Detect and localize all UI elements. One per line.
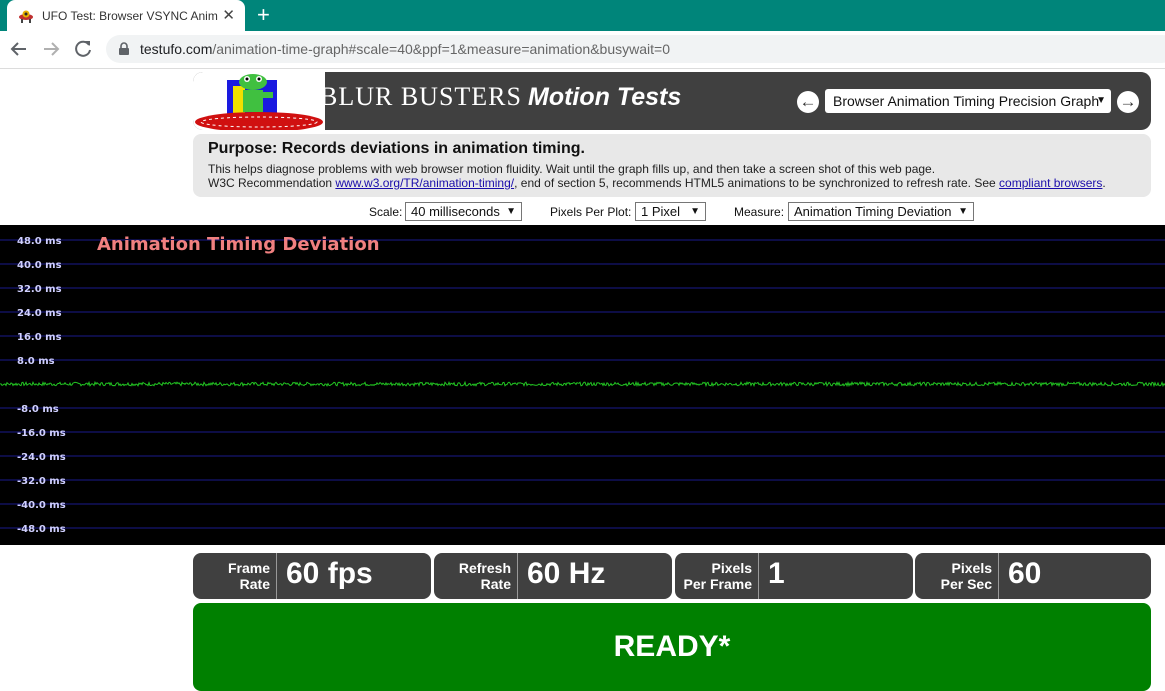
url-host: testufo.com <box>140 41 213 57</box>
browser-toolbar: testufo.com/animation-time-graph#scale=4… <box>0 31 1165 69</box>
w3c-text-middle: , end of section 5, recommends HTML5 ani… <box>514 176 1000 190</box>
y-tick-label: -8.0 ms <box>17 404 59 415</box>
tab-title: UFO Test: Browser VSYNC Animation Timing <box>42 8 218 23</box>
pixels-per-frame-label: Pixels Per Frame <box>675 553 759 599</box>
stat-label-line: Pixels <box>711 560 752 576</box>
frame-rate-stat: Frame Rate 60 fps <box>193 553 431 599</box>
ready-status-banner: READY* <box>193 603 1151 691</box>
tab-bar: UFO Test: Browser VSYNC Animation Timing… <box>0 0 1165 31</box>
chevron-down-icon: ▼ <box>690 206 700 217</box>
y-tick-label: -16.0 ms <box>17 428 66 439</box>
pixels-per-sec-stat: Pixels Per Sec 60 <box>915 553 1151 599</box>
measure-select[interactable]: Animation Timing Deviation ▼ <box>788 202 974 221</box>
lock-icon <box>119 42 129 55</box>
measure-label: Measure: <box>734 205 785 219</box>
pixels-per-sec-label: Pixels Per Sec <box>915 553 999 599</box>
y-tick-label: 24.0 ms <box>17 308 62 319</box>
url-path: /animation-time-graph#scale=40&ppf=1&mea… <box>212 41 670 57</box>
chart-title: Animation Timing Deviation <box>97 234 380 255</box>
url-text: testufo.com/animation-time-graph#scale=4… <box>140 41 670 57</box>
stat-label-line: Pixels <box>951 560 992 576</box>
y-tick-label: 32.0 ms <box>17 284 62 295</box>
test-select-dropdown[interactable]: Browser Animation Timing Precision Graph… <box>825 89 1111 113</box>
brand-title: BLUR BUSTERS Motion Tests <box>320 82 681 112</box>
stat-label-line: Rate <box>480 576 511 592</box>
scale-value: 40 milliseconds <box>411 204 500 219</box>
y-tick-label: 8.0 ms <box>17 356 55 367</box>
stat-label-line: Per Sec <box>940 576 992 592</box>
chevron-down-icon: ▼ <box>1096 95 1106 106</box>
back-arrow-icon[interactable] <box>6 36 32 62</box>
site-header: BLUR BUSTERS Motion Tests ← Browser Anima… <box>193 72 1151 130</box>
pixels-per-plot-value: 1 Pixel <box>641 204 681 219</box>
refresh-rate-stat: Refresh Rate 60 Hz <box>434 553 672 599</box>
ufo-favicon-icon <box>19 10 33 23</box>
stat-label-line: Per Frame <box>683 576 752 592</box>
compliant-browsers-link[interactable]: compliant browsers <box>999 176 1102 190</box>
settings-row: Scale: 40 milliseconds ▼ Pixels Per Plot:… <box>0 202 1165 222</box>
pixels-per-plot-label: Pixels Per Plot: <box>550 205 632 219</box>
blur-busters-mascot-logo <box>193 72 325 130</box>
previous-test-button[interactable]: ← <box>797 91 819 113</box>
stat-label-line: Frame <box>227 560 270 576</box>
timing-graph-svg: 48.0 ms 40.0 ms 32.0 ms 24.0 ms 16.0 ms 8.0 m… <box>0 234 1165 535</box>
pixels-per-plot-select[interactable]: 1 Pixel ▼ <box>635 202 706 221</box>
frame-rate-value: 60 fps <box>286 557 373 590</box>
brand-name: BLUR BUSTERS <box>320 82 522 111</box>
purpose-heading: Purpose: Records deviations in animation… <box>208 140 585 157</box>
frame-rate-label: Frame Rate <box>193 553 277 599</box>
y-tick-label: -24.0 ms <box>17 452 66 463</box>
chevron-down-icon: ▼ <box>506 206 516 217</box>
w3c-text-after: . <box>1102 176 1106 190</box>
y-tick-label: -32.0 ms <box>17 476 66 487</box>
y-tick-label: 48.0 ms <box>17 236 62 247</box>
y-tick-label: 16.0 ms <box>17 332 62 343</box>
address-bar[interactable]: testufo.com/animation-time-graph#scale=4… <box>106 35 1165 63</box>
scale-label: Scale: <box>369 205 403 219</box>
stat-label-line: Refresh <box>458 560 511 576</box>
next-test-button[interactable]: → <box>1117 91 1139 113</box>
pixels-per-frame-value: 1 <box>768 557 785 590</box>
w3c-text-before: W3C Recommendation <box>208 176 336 190</box>
pixels-per-frame-stat: Pixels Per Frame 1 <box>675 553 913 599</box>
pixels-per-sec-value: 60 <box>1008 557 1042 590</box>
stat-label-line: Rate <box>239 576 270 592</box>
purpose-w3c-note: W3C Recommendation www.w3.org/TR/animati… <box>208 176 1106 190</box>
chevron-down-icon: ▼ <box>958 206 968 217</box>
test-select-value: Browser Animation Timing Precision Graph <box>833 93 1100 109</box>
scale-select[interactable]: 40 milliseconds ▼ <box>405 202 522 221</box>
y-tick-label: -48.0 ms <box>17 524 66 535</box>
refresh-rate-value: 60 Hz <box>527 557 606 590</box>
timing-graph: 48.0 ms 40.0 ms 32.0 ms 24.0 ms 16.0 ms 8.0 m… <box>0 225 1165 545</box>
close-tab-icon[interactable]: ✕ <box>222 6 235 24</box>
brand-tagline: Motion Tests <box>528 83 682 111</box>
purpose-description: This helps diagnose problems with web br… <box>208 162 936 176</box>
reload-icon[interactable] <box>70 36 96 62</box>
measure-value: Animation Timing Deviation <box>794 204 952 219</box>
y-tick-label: -40.0 ms <box>17 500 66 511</box>
y-tick-label: 40.0 ms <box>17 260 62 271</box>
refresh-rate-label: Refresh Rate <box>434 553 518 599</box>
new-tab-button[interactable]: + <box>257 2 270 28</box>
w3c-spec-link[interactable]: www.w3.org/TR/animation-timing/ <box>335 176 514 190</box>
purpose-box: Purpose: Records deviations in animation… <box>193 134 1151 197</box>
timing-deviation-trace <box>0 380 1165 388</box>
forward-arrow-icon[interactable] <box>38 36 64 62</box>
browser-tab[interactable]: UFO Test: Browser VSYNC Animation Timing… <box>7 0 245 31</box>
